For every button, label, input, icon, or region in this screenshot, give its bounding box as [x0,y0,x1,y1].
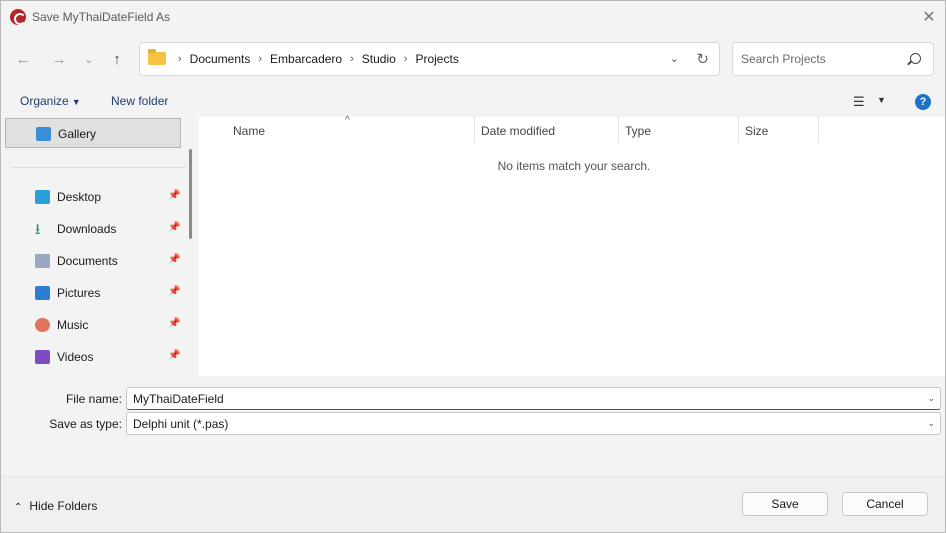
pictures-icon [35,286,50,300]
breadcrumb-embarcadero[interactable]: Embarcadero [270,52,342,66]
pin-icon: 📌 [168,190,181,201]
view-dropdown-icon[interactable]: ▼ [877,95,886,105]
sidebar-item-downloads[interactable]: ⭳ Downloads 📌 [5,214,181,244]
refresh-icon[interactable]: ↻ [696,50,709,68]
chevron-right-icon[interactable]: › [404,53,408,65]
sidebar-item-label: Desktop [57,190,102,204]
new-folder-button[interactable]: New folder [111,94,168,108]
sidebar-item-music[interactable]: Music 📌 [5,310,181,340]
chevron-up-icon: ⌃ [14,502,23,513]
breadcrumb-documents[interactable]: Documents [190,52,251,66]
sidebar-item-label: Music [57,318,89,332]
videos-icon [35,350,50,364]
close-icon[interactable]: ✕ [913,1,945,33]
pin-icon: 📌 [168,254,181,265]
gallery-icon [36,127,51,141]
chevron-down-icon[interactable]: ⌄ [927,393,935,404]
sidebar-item-videos[interactable]: Videos 📌 [5,342,181,372]
back-arrow-icon[interactable]: ← [11,47,35,71]
sidebar-divider [11,167,186,168]
desktop-icon [35,190,50,204]
recent-locations-chevron-icon[interactable]: ⌄ [77,47,101,71]
pin-icon: 📌 [168,286,181,297]
column-divider[interactable] [818,117,819,143]
view-options-icon[interactable]: ☰ [853,94,865,110]
chevron-right-icon: › [178,53,182,65]
up-arrow-icon[interactable]: ↑ [105,47,129,71]
window-title: Save MyThaiDateField As [32,10,171,24]
documents-icon [35,254,50,268]
save-as-dialog: Save MyThaiDateField As ✕ ← → ⌄ ↑ › Docu… [0,0,946,533]
organize-button[interactable]: Organize ▼ [20,94,81,108]
sidebar-item-desktop[interactable]: Desktop 📌 [5,182,181,212]
empty-list-message: No items match your search. [497,159,651,173]
column-header-name[interactable]: Name [233,124,265,138]
address-bar[interactable]: › Documents › Embarcadero › Studio › Pro… [139,42,720,76]
sidebar-item-label: Pictures [57,286,101,300]
column-divider[interactable] [618,117,619,143]
chevron-right-icon[interactable]: › [350,53,354,65]
sidebar-item-label: Documents [57,254,118,268]
sidebar-item-label: Downloads [57,222,117,236]
save-button[interactable]: Save [742,492,828,516]
sidebar-item-documents[interactable]: Documents 📌 [5,246,181,276]
caret-down-icon: ▼ [71,97,81,107]
forward-arrow-icon[interactable]: → [47,47,71,71]
save-as-type-select[interactable]: Delphi unit (*.pas) ⌄ [126,412,941,435]
pin-icon: 📌 [168,318,181,329]
dialog-footer: ⌃ Hide Folders Save Cancel [1,476,945,532]
hide-folders-label: Hide Folders [29,499,98,513]
organize-label: Organize [20,94,69,108]
folder-icon [148,49,166,65]
chevron-down-icon[interactable]: ⌄ [927,418,935,429]
command-toolbar: Organize ▼ New folder ☰ ▼ ? [1,86,945,117]
sort-ascending-icon: ^ [345,115,350,126]
sidebar-scrollbar[interactable] [189,149,192,239]
save-as-type-value: Delphi unit (*.pas) [133,417,229,431]
search-icon[interactable] [910,53,921,64]
file-name-label: File name: [65,392,122,406]
file-list: ^ Name Date modified Type Size No items … [199,115,945,376]
search-placeholder: Search Projects [741,52,826,66]
column-header-date-modified[interactable]: Date modified [481,124,555,138]
sidebar-item-gallery[interactable]: Gallery [5,118,181,148]
app-icon [10,9,26,25]
sidebar-item-label: Videos [57,350,94,364]
help-icon[interactable]: ? [915,94,931,110]
save-form: File name: MyThaiDateField ⌄ Save as typ… [1,376,945,476]
sidebar-item-label: Gallery [58,127,97,141]
address-history-dropdown-icon[interactable]: ⌄ [670,52,679,65]
breadcrumb: › Documents › Embarcadero › Studio › Pro… [170,52,459,66]
search-input[interactable]: Search Projects [732,42,934,76]
column-header-type[interactable]: Type [625,124,651,138]
pin-icon: 📌 [168,350,181,361]
breadcrumb-studio[interactable]: Studio [362,52,396,66]
file-name-field[interactable]: MyThaiDateField ⌄ [126,387,941,410]
breadcrumb-projects[interactable]: Projects [415,52,458,66]
pin-icon: 📌 [168,222,181,233]
downloads-icon: ⭳ [35,221,41,238]
file-name-value[interactable]: MyThaiDateField [133,392,224,406]
navigation-pane: Gallery Desktop 📌 ⭳ Downloads 📌 Document… [1,117,199,376]
music-icon [35,318,50,332]
column-divider[interactable] [738,117,739,143]
sidebar-item-pictures[interactable]: Pictures 📌 [5,278,181,308]
column-divider[interactable] [474,117,475,143]
save-as-type-label: Save as type: [49,417,122,431]
chevron-right-icon[interactable]: › [258,53,262,65]
cancel-button[interactable]: Cancel [842,492,928,516]
hide-folders-button[interactable]: ⌃ Hide Folders [14,499,97,513]
title-bar: Save MyThaiDateField As ✕ [1,1,945,33]
column-header-size[interactable]: Size [745,124,768,138]
